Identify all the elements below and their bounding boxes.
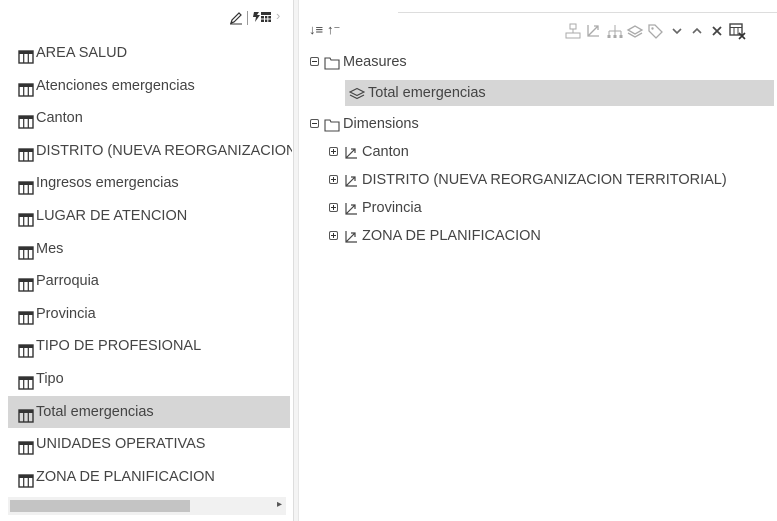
expand-toggle-icon[interactable] [329, 146, 338, 156]
column-field-icon [18, 338, 34, 358]
collapse-toggle-icon[interactable] [310, 118, 319, 128]
tree-node-label: ZONA DE PLANIFICACION [362, 228, 541, 244]
delete-table-icon[interactable] [728, 22, 746, 40]
field-item-label: TIPO DE PROFESIONAL [36, 338, 202, 355]
left-toolbar: › [0, 0, 292, 34]
tree-node-dimension-distrito[interactable]: DISTRITO (NUEVA REORGANIZACION TERRITORI… [329, 167, 727, 193]
field-item-label: ZONA DE PLANIFICACION [36, 468, 215, 485]
field-item-label: Mes [36, 240, 64, 257]
expand-toggle-icon[interactable] [329, 202, 338, 212]
field-item-label: DISTRITO (NUEVA REORGANIZACION TERRITORI… [36, 142, 292, 159]
measure-icon [348, 84, 366, 100]
collapse-toggle-icon[interactable] [310, 56, 319, 66]
tree-node-dimension-zona[interactable]: ZONA DE PLANIFICACION [329, 223, 541, 249]
field-list: AREA SALUD Atenciones emergencias Canton DI… [8, 37, 292, 493]
field-table-icon[interactable] [252, 8, 272, 26]
column-field-icon [18, 44, 34, 64]
column-field-icon [18, 207, 34, 227]
field-item[interactable]: TIPO DE PROFESIONAL [8, 330, 292, 363]
tree-node-dimension-provincia[interactable]: Provincia [329, 195, 422, 221]
folder-icon [324, 53, 340, 70]
field-item-label: Canton [36, 110, 83, 127]
field-item-label: Parroquia [36, 273, 99, 290]
field-item[interactable]: ZONA DE PLANIFICACION [8, 461, 292, 494]
expand-toggle-icon[interactable] [329, 174, 338, 184]
tree-node-label: Canton [362, 144, 409, 160]
dimension-icon [343, 199, 359, 215]
column-field-icon [18, 109, 34, 130]
toolbar-separator [247, 11, 248, 25]
tree-node-dimensions[interactable]: Dimensions [310, 111, 419, 137]
field-item[interactable]: Tipo [8, 363, 292, 396]
tree-node-dimension-canton[interactable]: Canton [329, 139, 409, 165]
chevron-down-icon[interactable] [668, 22, 686, 40]
scroll-right-arrow-icon[interactable]: ▸ [277, 499, 282, 510]
column-field-icon [18, 240, 34, 260]
field-item-label: Tipo [36, 370, 64, 387]
tree-node-label: Provincia [362, 200, 422, 216]
field-list-panel: › AREA SALUD Atenciones emergencias Canton… [0, 0, 292, 521]
expand-toggle-icon[interactable] [329, 230, 338, 240]
field-item[interactable]: DISTRITO (NUEVA REORGANIZACION TERRITORI… [8, 135, 292, 168]
column-field-icon [18, 142, 34, 162]
field-item-label: Provincia [36, 305, 96, 322]
chevron-right-icon[interactable]: › [276, 8, 280, 23]
field-item-label: LUGAR DE ATENCION [36, 207, 188, 224]
field-item[interactable]: Parroquia [8, 265, 292, 298]
field-item-label: Ingresos emergencias [36, 175, 179, 192]
field-item[interactable]: UNIDADES OPERATIVAS [8, 428, 292, 461]
field-item[interactable]: Mes [8, 233, 292, 266]
chevron-up-icon[interactable] [688, 22, 706, 40]
tree-node-measure-total-emergencias[interactable]: Total emergencias [345, 80, 774, 106]
column-field-icon [18, 175, 34, 195]
field-item-label: Total emergencias [36, 403, 154, 420]
field-item[interactable]: Atenciones emergencias [8, 70, 292, 103]
level-tree-icon[interactable] [606, 22, 624, 40]
field-item-label: UNIDADES OPERATIVAS [36, 436, 206, 453]
field-item[interactable]: LUGAR DE ATENCION [8, 200, 292, 233]
column-field-icon [18, 305, 34, 325]
column-field-icon [18, 272, 34, 293]
panel-splitter[interactable] [293, 0, 299, 521]
tree-node-label: Total emergencias [368, 85, 486, 101]
sort-ascending-button[interactable]: ↓≡ [309, 22, 323, 37]
hierarchy-icon[interactable] [564, 22, 582, 40]
measure-icon[interactable] [626, 22, 644, 40]
cube-structure-panel: ↓≡ ↑⁻ Measures Total emergencias Dimensi… [300, 0, 777, 521]
scrollbar-thumb[interactable] [10, 500, 190, 512]
column-field-icon [18, 370, 34, 390]
dimension-icon [343, 171, 359, 187]
field-item[interactable]: Provincia [8, 298, 292, 331]
field-item[interactable]: Canton [8, 102, 292, 135]
sort-descending-button[interactable]: ↑⁻ [327, 22, 340, 38]
column-field-icon [18, 403, 34, 423]
field-item-label: Atenciones emergencias [36, 77, 195, 94]
dimension-icon [343, 227, 359, 243]
tag-icon[interactable] [646, 22, 664, 40]
dimension-icon[interactable] [584, 22, 602, 40]
tree-node-label: DISTRITO (NUEVA REORGANIZACION TERRITORI… [362, 172, 727, 188]
pencil-icon[interactable] [228, 10, 244, 26]
field-item-label: AREA SALUD [36, 45, 128, 61]
close-icon[interactable] [708, 22, 726, 40]
column-field-icon [18, 77, 34, 97]
field-item[interactable]: Total emergencias [8, 395, 290, 429]
field-item[interactable]: Ingresos emergencias [8, 167, 292, 200]
tree-node-label: Dimensions [343, 116, 419, 132]
tree-node-measures[interactable]: Measures [310, 49, 407, 75]
dimension-icon [343, 143, 359, 159]
column-field-icon [18, 468, 34, 488]
folder-icon [324, 115, 340, 132]
tree-node-label: Measures [343, 54, 407, 70]
column-field-icon [18, 435, 34, 455]
field-item[interactable]: AREA SALUD [8, 37, 292, 70]
toolbar-top-border [398, 12, 777, 13]
horizontal-scrollbar[interactable]: ▸ [8, 497, 286, 515]
